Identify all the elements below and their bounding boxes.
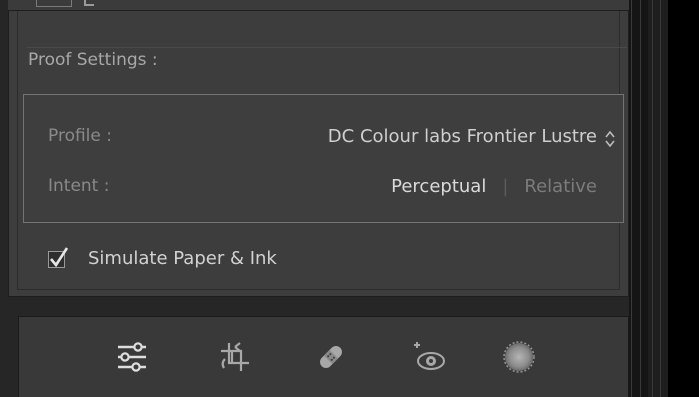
intent-options: Perceptual | Relative bbox=[391, 176, 597, 197]
crop-rotate-icon[interactable] bbox=[217, 339, 253, 375]
adjust-sliders-icon[interactable] bbox=[114, 339, 150, 375]
panel-divider bbox=[27, 47, 627, 48]
simulate-paper-ink-checkbox[interactable] bbox=[48, 247, 69, 268]
label-fragment bbox=[84, 0, 94, 6]
proof-settings-title: Proof Settings : bbox=[28, 50, 158, 70]
simulate-paper-ink-label: Simulate Paper & Ink bbox=[88, 248, 277, 269]
checkmark-icon bbox=[50, 247, 69, 268]
intent-option-relative[interactable]: Relative bbox=[524, 176, 597, 197]
intent-option-perceptual[interactable]: Perceptual bbox=[391, 176, 486, 197]
red-eye-icon[interactable] bbox=[411, 339, 447, 375]
radial-filter-icon[interactable] bbox=[501, 339, 537, 375]
proof-settings-panel-screen: Proof Settings : Profile : DC Colour lab… bbox=[0, 0, 699, 397]
develop-tool-strip bbox=[18, 316, 629, 397]
window-edge bbox=[668, 0, 699, 397]
panel-scrollbar[interactable] bbox=[648, 0, 668, 397]
checkbox-fragment[interactable] bbox=[36, 0, 72, 7]
intent-divider: | bbox=[502, 176, 509, 197]
profile-label: Profile : bbox=[48, 126, 112, 146]
profile-select[interactable]: DC Colour labs Frontier Lustre bbox=[328, 126, 597, 147]
intent-label: Intent : bbox=[48, 176, 110, 196]
proof-settings-box: Profile : DC Colour labs Frontier Lustre… bbox=[23, 94, 624, 223]
updown-arrows-icon[interactable] bbox=[605, 131, 615, 147]
healing-bandage-icon[interactable] bbox=[313, 339, 349, 375]
